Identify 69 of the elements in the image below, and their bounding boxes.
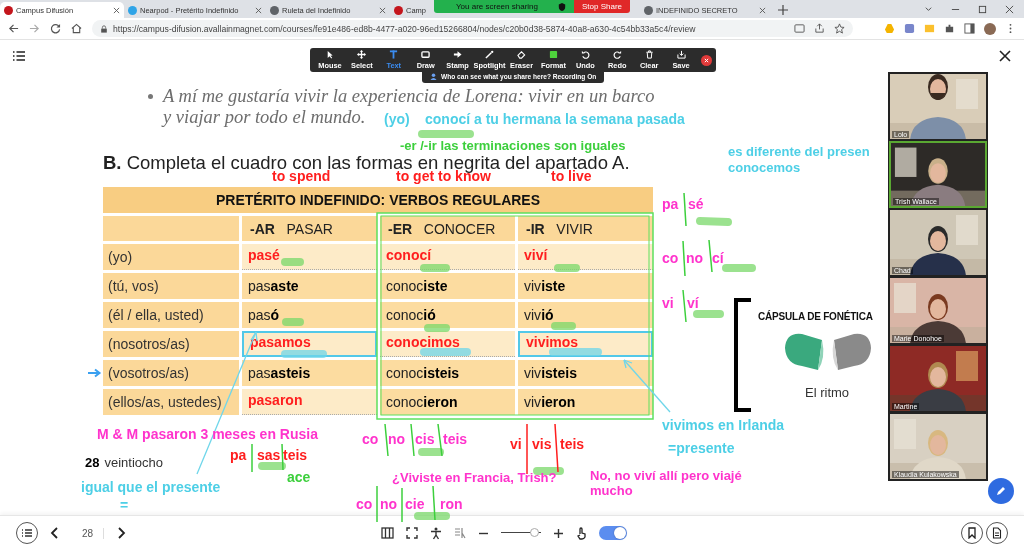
annotation-text: vivimos en Irlanda [662, 417, 785, 434]
example-sentence-line: y viajar por todo el mundo. [163, 107, 366, 128]
annotation-text: ¿Viviste en Francia, Trish? [392, 471, 557, 486]
table-cell: conocieron [380, 389, 515, 415]
annotation-text: -er /-ir las terminaciones son iguales [400, 139, 626, 154]
annotation-text: sé [688, 196, 704, 213]
annotation-text: ron [440, 496, 463, 513]
table-title: PRETÉRITO INDEFINIDO: VERBOS REGULARES [103, 187, 653, 213]
table-cell: pasó [242, 302, 377, 328]
table-cell: vivieron [518, 389, 653, 415]
table-cell: (él / ella, usted) [103, 302, 239, 328]
column-header: -ER CONOCER [380, 216, 515, 241]
annotation-text: cis [415, 431, 435, 448]
table-cell: conocisteis [380, 360, 515, 386]
column-header: -AR PASAR [242, 216, 377, 241]
table-cell: vivisteis [518, 360, 653, 386]
example-sentence-line: A mí me gustaría vivir la experiencia de Lorena: vivir en un barco [163, 86, 655, 107]
annotation-text: co [356, 496, 373, 513]
annotation-text: co [662, 250, 679, 267]
capsule-caption: El ritmo [805, 385, 850, 400]
table-cell: viviste [518, 273, 653, 299]
sharing-banner: You are screen sharing [434, 0, 574, 13]
annotation-text: No, no viví allí pero viajé mucho [590, 469, 743, 499]
table-cell: vivió [518, 302, 653, 328]
table-cell: pasé [242, 244, 377, 270]
page-indicator: 28 [72, 527, 105, 539]
table-cell: (yo) [103, 244, 239, 270]
annotation-text: cí [712, 250, 724, 267]
page-number: 28 [85, 455, 100, 470]
capsule-title: CÁPSULA DE FONÉTICA [758, 311, 873, 322]
table-cell: pasaste [242, 273, 377, 299]
annotation-text: sas [257, 447, 281, 464]
annotation-text: =presente [668, 440, 735, 457]
annotation-text: co [362, 431, 379, 448]
table-cell: conocí [380, 244, 515, 270]
table-cell: conoció [380, 302, 515, 328]
annotation-text: ace [287, 469, 311, 486]
table-cell: pasasteis [242, 360, 377, 386]
annotation-text: (yo) [384, 111, 410, 128]
table-cell: viví [518, 244, 653, 270]
annotation-text: M & M pasaron 3 meses en Rusia [97, 426, 318, 443]
annotation-text: = [120, 497, 129, 514]
annotation-text: es diferente del presen [728, 145, 870, 160]
table-cell: (ellos/as, ustedes) [103, 389, 239, 415]
annotation-text: teis [283, 447, 308, 464]
annotation-text: conocemos [728, 161, 801, 176]
annotation-text: ví [687, 295, 699, 312]
annotation-text: teis [443, 431, 468, 448]
table-cell: (nosotros/as) [103, 331, 239, 357]
annotation-text: pa [662, 196, 679, 213]
annotation-text: vi [510, 436, 522, 453]
stop-share-button[interactable]: Stop Share [574, 0, 630, 13]
annotation-text: no [686, 250, 704, 267]
table-cell: conociste [380, 273, 515, 299]
page-number-words: veintiocho [104, 455, 163, 470]
table-cell: (vosotros/as) [103, 360, 239, 386]
annotation-text: no [388, 431, 406, 448]
annotation-text: vis [532, 436, 552, 453]
table-cell: pasaron [242, 389, 377, 415]
address-bar[interactable]: https://campus-difusion.avallainmagnet.com/courses/fe91e486-ed8b-4477-a020-96ed15266804/nodes/c20b0d38-5874-40a8-a630-4c54bb33a5c4/review [92, 20, 853, 37]
annotation-text: pa [230, 447, 247, 464]
annotation-text: cie [405, 496, 425, 513]
annotation-text: no [380, 496, 398, 513]
annotation-text: conocí a tu hermana la semana pasada [425, 111, 685, 128]
annotation-text: vi [662, 295, 674, 312]
annotation-text: teis [560, 436, 585, 453]
annotation-text: igual que el presente [81, 479, 221, 496]
annotation-text: to spend [272, 168, 331, 185]
table-cell: (tú, vos) [103, 273, 239, 299]
